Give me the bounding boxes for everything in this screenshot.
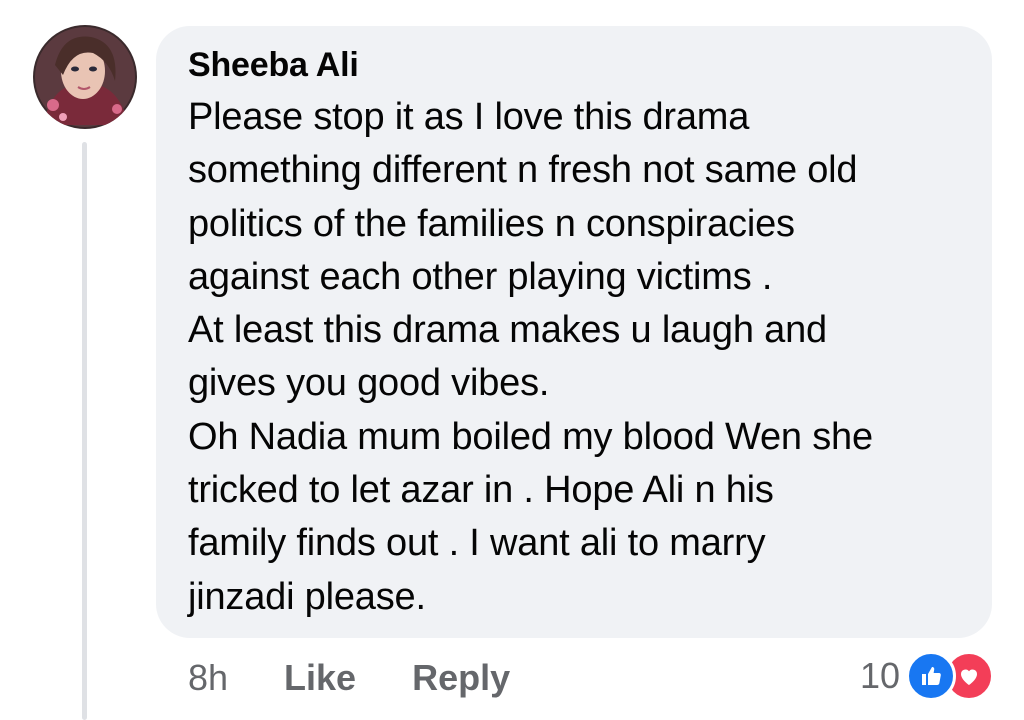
comment-author[interactable]: Sheeba Ali bbox=[188, 42, 972, 88]
reaction-count: 10 bbox=[859, 655, 900, 696]
profile-picture bbox=[33, 25, 137, 129]
reply-thread-line bbox=[82, 142, 87, 720]
like-icon bbox=[906, 651, 956, 701]
comment-timestamp[interactable]: 8h bbox=[188, 657, 228, 699]
avatar[interactable] bbox=[33, 25, 137, 129]
comment-text: Please stop it as I love this drama some… bbox=[188, 96, 873, 618]
comment-bubble: Sheeba Ali Please stop it as I love this… bbox=[156, 26, 992, 638]
reply-button[interactable]: Reply bbox=[412, 657, 510, 699]
like-button[interactable]: Like bbox=[284, 657, 356, 699]
comment-actions: 8h Like Reply bbox=[188, 656, 566, 700]
reactions-summary[interactable]: 10 bbox=[859, 651, 994, 701]
